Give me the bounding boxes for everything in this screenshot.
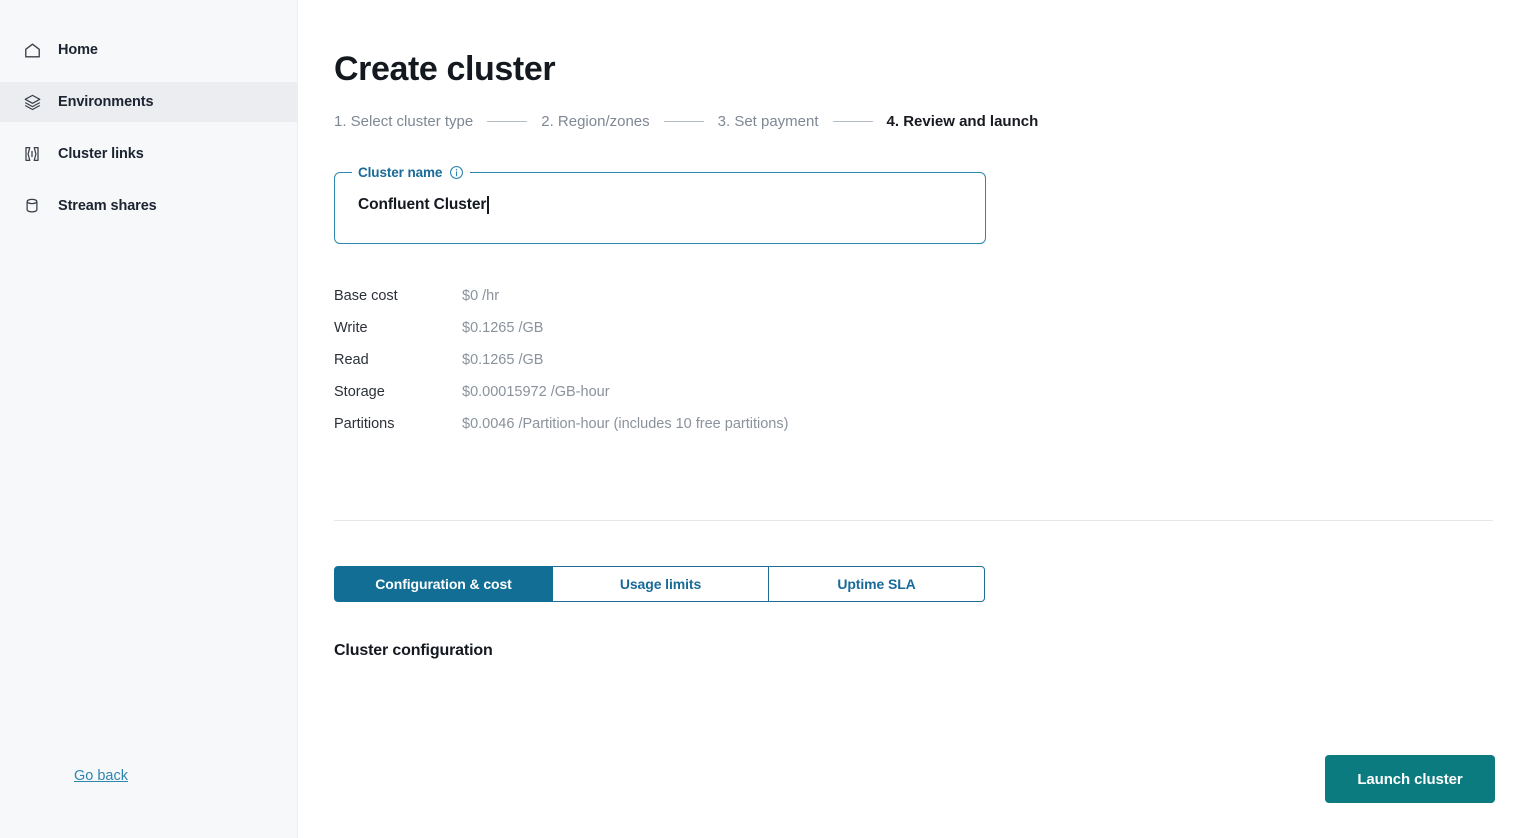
sidebar-item-stream-shares[interactable]: Stream shares — [0, 186, 297, 226]
step-select-cluster-type[interactable]: 1. Select cluster type — [334, 113, 473, 130]
section-divider — [334, 520, 1493, 521]
sidebar-item-home[interactable]: Home — [0, 30, 297, 70]
sidebar-item-label: Stream shares — [58, 198, 157, 214]
pricing-label: Partitions — [334, 416, 395, 432]
pricing-value: $0.0046 /Partition-hour (includes 10 fre… — [462, 416, 789, 432]
text-cursor — [487, 196, 489, 214]
main-content: Create cluster 1. Select cluster type 2.… — [298, 0, 1516, 838]
pricing-label: Write — [334, 320, 368, 336]
cluster-name-input[interactable]: Confluent Cluster — [358, 196, 486, 214]
pricing-label: Base cost — [334, 288, 398, 304]
cluster-links-icon — [22, 144, 42, 164]
sidebar-item-environments[interactable]: Environments — [0, 82, 297, 122]
field-legend: Cluster name — [352, 163, 471, 181]
launch-cluster-button[interactable]: Launch cluster — [1325, 755, 1495, 803]
step-set-payment[interactable]: 3. Set payment — [718, 113, 819, 130]
database-icon — [22, 196, 42, 216]
sidebar-item-label: Environments — [58, 94, 154, 110]
cluster-configuration-heading: Cluster configuration — [334, 642, 493, 659]
page-title: Create cluster — [334, 50, 556, 88]
tab-usage-limits[interactable]: Usage limits — [553, 566, 769, 602]
cluster-name-value-wrap: Confluent Cluster — [358, 196, 489, 214]
pricing-value: $0.00015972 /GB-hour — [462, 384, 610, 400]
stepper: 1. Select cluster type 2. Region/zones 3… — [334, 113, 1516, 130]
pricing-row: Partitions $0.0046 /Partition-hour (incl… — [334, 416, 1516, 448]
tab-configuration-and-cost[interactable]: Configuration & cost — [334, 566, 553, 602]
pricing-summary: Base cost $0 /hr Write $0.1265 /GB Read … — [334, 288, 1516, 448]
pricing-value: $0 /hr — [462, 288, 500, 304]
go-back-link[interactable]: Go back — [74, 768, 128, 784]
footer-actions: Go back Launch cluster — [36, 755, 1495, 805]
pricing-label: Read — [334, 352, 369, 368]
pricing-row: Storage $0.00015972 /GB-hour — [334, 384, 1516, 416]
step-separator — [832, 121, 873, 122]
tab-uptime-sla[interactable]: Uptime SLA — [769, 566, 985, 602]
layers-icon — [22, 92, 42, 112]
pricing-row: Write $0.1265 /GB — [334, 320, 1516, 352]
step-review-and-launch[interactable]: 4. Review and launch — [887, 113, 1039, 130]
sidebar-item-label: Cluster links — [58, 146, 144, 162]
create-cluster-page: Home Environments Cluster links Stream s… — [0, 0, 1516, 838]
step-separator — [487, 121, 528, 122]
step-separator — [663, 121, 704, 122]
pricing-value: $0.1265 /GB — [462, 320, 544, 336]
step-region-zones[interactable]: 2. Region/zones — [541, 113, 649, 130]
cluster-name-field[interactable]: Cluster name Confluent Cluster — [334, 163, 986, 244]
sidebar-item-label: Home — [58, 42, 98, 58]
info-icon[interactable] — [449, 165, 464, 180]
cluster-name-label: Cluster name — [358, 164, 443, 180]
pricing-value: $0.1265 /GB — [462, 352, 544, 368]
sidebar: Home Environments Cluster links Stream s… — [0, 0, 298, 838]
pricing-row: Base cost $0 /hr — [334, 288, 1516, 320]
pricing-row: Read $0.1265 /GB — [334, 352, 1516, 384]
pricing-label: Storage — [334, 384, 385, 400]
home-icon — [22, 40, 42, 60]
detail-tabs: Configuration & cost Usage limits Uptime… — [334, 566, 1516, 602]
sidebar-item-cluster-links[interactable]: Cluster links — [0, 134, 297, 174]
